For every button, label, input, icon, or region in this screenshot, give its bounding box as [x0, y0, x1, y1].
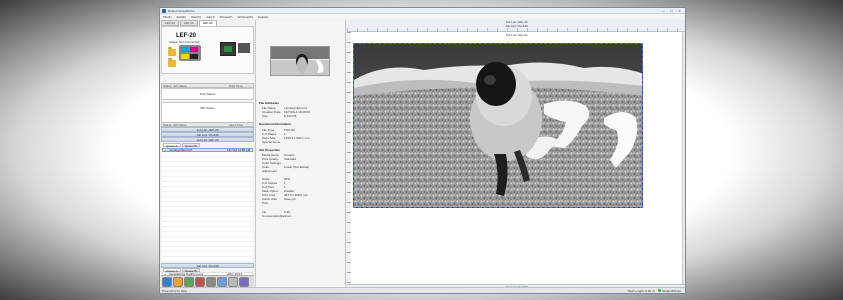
network-status: RolandDGNet [658, 288, 681, 293]
ink-level-icon [179, 45, 201, 61]
properties-panel: File Attributes File Name monkeyinferno.t… [255, 20, 346, 289]
ink-swatch [190, 53, 198, 59]
job-properties-title: Job Properties [259, 148, 281, 152]
attr-key: Size [262, 114, 268, 118]
menu-help[interactable]: Help(H) [258, 15, 268, 19]
job-list[interactable] [162, 152, 253, 262]
doc-row: Special Items [262, 140, 344, 144]
document-info-title: Document Information [259, 122, 291, 126]
prop-value: 0.38 [284, 210, 290, 214]
close-icon[interactable]: × [677, 8, 682, 13]
prop-value: Save job [284, 197, 296, 201]
col-input-time: Input Time [229, 122, 244, 127]
ink-swatch [181, 47, 189, 52]
canvas-header-3: Job List: LEF-20 [505, 33, 528, 37]
add-job-icon[interactable] [162, 277, 172, 287]
job-prop-row: Action After Print Save job [262, 197, 344, 205]
top-ruler: Job List: LEF-20 Job List: VG-640 [347, 20, 685, 32]
tile-icon[interactable] [228, 277, 238, 287]
file-attributes-title: File Attributes [259, 101, 280, 105]
printer-icon[interactable] [220, 42, 236, 56]
queue-info-3: Job List: LEF-20 [161, 137, 254, 142]
menu-job[interactable]: Job(J) [206, 15, 214, 19]
printer-header: LEF-20 Status: Not Connected [161, 26, 254, 74]
rip-icon[interactable] [184, 277, 194, 287]
status-help-text: Press [F1] for Help [162, 288, 188, 293]
menu-bar: File(F) Edit(E) View(V) Job(J) Printer(P… [160, 14, 685, 19]
layout-icon[interactable] [217, 277, 227, 287]
col-status: Status [163, 122, 172, 127]
status-bar: Press [F1] for Help Total Length: 0.00 m… [160, 287, 685, 293]
app-icon [162, 8, 166, 13]
col-print-time: Print Time [229, 83, 243, 88]
settings-icon[interactable] [206, 277, 216, 287]
hot-folder-icon[interactable] [168, 58, 176, 67]
prop-value: Linear (Not Edited) [284, 165, 310, 169]
left-panel: LEF-20 Status: Not Connected Status Job … [161, 26, 254, 288]
ink-swatch [190, 47, 198, 52]
layout-canvas[interactable]: Job List: LEF-20 Job List: VG-640 Job Li… [347, 20, 685, 289]
menu-view[interactable]: View(V) [191, 15, 201, 19]
job-thumbnail [270, 46, 330, 76]
col-status: Status [163, 83, 172, 88]
left-ruler [347, 32, 351, 284]
app-window: Roland VersaWorks – □ × File(F) Edit(E) … [159, 7, 686, 294]
vertical-scrollbar[interactable] [682, 32, 685, 284]
menu-window[interactable]: Window(W) [237, 15, 253, 19]
prop-key: Action After Print [262, 197, 278, 205]
queue-tabs: Queue A Queue B [163, 143, 200, 148]
printer-device-icon [238, 43, 250, 53]
brand-label: RolandDGNet [662, 288, 681, 293]
attr-value: 8,404 KB [284, 114, 297, 118]
total-length: Total Length: 0.00 m [627, 288, 655, 293]
hot-folder-icon[interactable] [168, 47, 176, 56]
window-title: Roland VersaWorks [168, 8, 195, 13]
printer-status: Status: Not Connected [169, 40, 200, 44]
job-prop-row: Color Adjustment Linear (Not Edited) [262, 165, 344, 173]
job-prop-row: Ink Consumption(Estimat... 0.38 [262, 210, 344, 218]
col-job-name: Job Name [173, 122, 187, 127]
ruler-ticks [347, 28, 685, 32]
doc-key: Special Items [262, 140, 281, 144]
tab-queue-b[interactable]: Queue B [181, 143, 200, 148]
menu-printer[interactable]: Printer(P) [220, 15, 233, 19]
print-image[interactable] [353, 43, 643, 208]
rip-status-label: RIP Status [200, 106, 215, 110]
minimize-icon[interactable]: – [661, 8, 666, 13]
print-status-label: Print Status [199, 92, 216, 96]
printer-model: LEF-20 [176, 33, 197, 39]
print-icon[interactable] [173, 277, 183, 287]
delete-icon[interactable] [195, 277, 205, 287]
menu-file[interactable]: File(F) [163, 15, 172, 19]
menu-edit[interactable]: Edit(E) [177, 15, 186, 19]
maximize-icon[interactable]: □ [669, 8, 674, 13]
prop-key: Ink Consumption(Estimat... [262, 210, 294, 218]
tab-queue-a[interactable]: Queue A [163, 143, 181, 148]
ink-swatch [181, 53, 189, 59]
color-icon[interactable] [239, 277, 249, 287]
doc-value [284, 140, 344, 144]
prop-key: Color Adjustment [262, 165, 278, 173]
print-status-panel: Print Status [161, 88, 254, 100]
attr-row: Size 8,404 KB [262, 114, 344, 118]
col-job-name: Job Name [173, 83, 187, 88]
